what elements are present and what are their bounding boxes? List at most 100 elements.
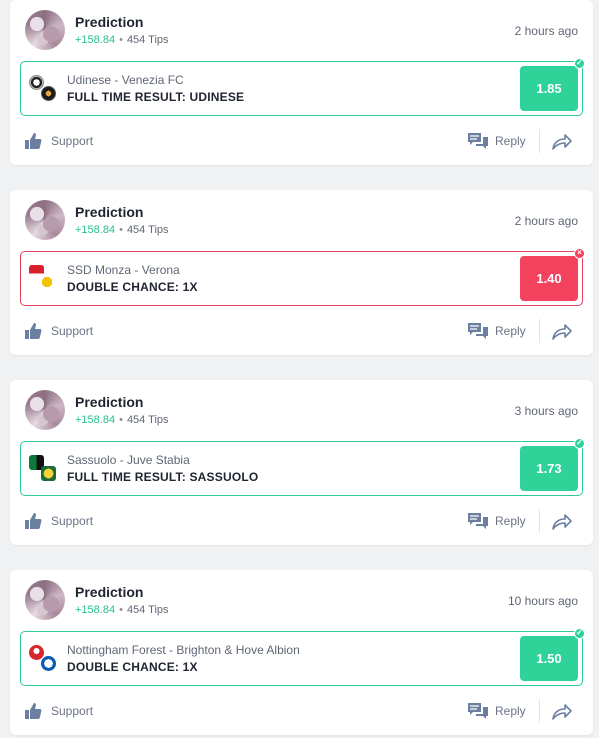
reply-button[interactable]: Reply <box>467 319 526 343</box>
separator-dot: • <box>119 34 123 46</box>
market-selection: FULL TIME RESULT: UDINESE <box>67 90 245 104</box>
match-name: SSD Monza - Verona <box>67 263 180 277</box>
tip-card: Prediction +158.84 • 454 Tips 2 hours ago … <box>10 190 593 355</box>
card-actions: Support Reply <box>10 316 593 346</box>
lost-cross-icon: × <box>574 248 585 259</box>
time-ago: 2 hours ago <box>514 24 578 38</box>
pick-box[interactable]: SSD Monza - Verona DOUBLE CHANCE: 1X 1.4… <box>20 248 585 306</box>
team-logos <box>29 455 59 483</box>
tipster-name[interactable]: Prediction <box>75 394 143 410</box>
reply-label: Reply <box>495 134 526 148</box>
juve-stabia-crest-icon <box>41 466 56 481</box>
time-ago: 3 hours ago <box>514 404 578 418</box>
odds-badge[interactable]: 1.73 <box>520 446 578 491</box>
time-ago: 2 hours ago <box>514 214 578 228</box>
tipster-stats: +158.84 • 454 Tips <box>75 604 169 616</box>
won-check-icon: ✓ <box>574 438 585 449</box>
tips-count: 454 Tips <box>126 604 169 616</box>
chat-bubbles-icon <box>468 323 488 339</box>
profit-value: +158.84 <box>75 414 116 426</box>
thumbs-up-icon <box>25 703 42 719</box>
odds-badge[interactable]: 1.85 <box>520 66 578 111</box>
tipster-stats: +158.84 • 454 Tips <box>75 414 169 426</box>
card-actions: Support Reply <box>10 506 593 536</box>
profit-value: +158.84 <box>75 34 116 46</box>
share-arrow-icon[interactable] <box>551 321 573 341</box>
tipster-stats: +158.84 • 454 Tips <box>75 224 169 236</box>
profit-value: +158.84 <box>75 604 116 616</box>
thumbs-up-icon <box>25 323 42 339</box>
reply-button[interactable]: Reply <box>467 509 526 533</box>
tipster-name[interactable]: Prediction <box>75 14 143 30</box>
tip-card: Prediction +158.84 • 454 Tips 10 hours ago… <box>10 570 593 735</box>
profit-value: +158.84 <box>75 224 116 236</box>
divider <box>539 319 540 343</box>
support-label: Support <box>51 134 94 148</box>
support-button[interactable]: Support <box>24 129 93 153</box>
card-header: Prediction +158.84 • 454 Tips 2 hours ago <box>10 190 593 250</box>
won-check-icon: ✓ <box>574 58 585 69</box>
team-logos <box>29 75 59 103</box>
support-button[interactable]: Support <box>24 319 93 343</box>
support-label: Support <box>51 704 94 718</box>
separator-dot: • <box>119 414 123 426</box>
card-actions: Support Reply <box>10 126 593 156</box>
match-name: Sassuolo - Juve Stabia <box>67 453 190 467</box>
tipster-name[interactable]: Prediction <box>75 584 143 600</box>
tips-count: 454 Tips <box>126 224 169 236</box>
support-label: Support <box>51 514 94 528</box>
market-selection: FULL TIME RESULT: SASSUOLO <box>67 470 259 484</box>
won-check-icon: ✓ <box>574 628 585 639</box>
tipster-stats: +158.84 • 454 Tips <box>75 34 169 46</box>
thumbs-up-icon <box>25 133 42 149</box>
pick-box[interactable]: Nottingham Forest - Brighton & Hove Albi… <box>20 628 585 686</box>
verona-crest-icon <box>41 276 56 291</box>
chat-bubbles-icon <box>468 703 488 719</box>
share-arrow-icon[interactable] <box>551 701 573 721</box>
reply-button[interactable]: Reply <box>467 129 526 153</box>
share-arrow-icon[interactable] <box>551 131 573 151</box>
avatar[interactable] <box>25 390 65 430</box>
tip-card: Prediction +158.84 • 454 Tips 2 hours ago … <box>10 0 593 165</box>
card-header: Prediction +158.84 • 454 Tips 10 hours ago <box>10 570 593 630</box>
tipster-name[interactable]: Prediction <box>75 204 143 220</box>
odds-badge[interactable]: 1.50 <box>520 636 578 681</box>
separator-dot: • <box>119 604 123 616</box>
market-selection: DOUBLE CHANCE: 1X <box>67 280 198 294</box>
venezia-crest-icon <box>41 86 56 101</box>
divider <box>539 509 540 533</box>
reply-button[interactable]: Reply <box>467 699 526 723</box>
avatar[interactable] <box>25 580 65 620</box>
avatar[interactable] <box>25 10 65 50</box>
team-logos <box>29 645 59 673</box>
support-label: Support <box>51 324 94 338</box>
tips-count: 454 Tips <box>126 34 169 46</box>
tip-card: Prediction +158.84 • 454 Tips 3 hours ago … <box>10 380 593 545</box>
pick-box[interactable]: Sassuolo - Juve Stabia FULL TIME RESULT:… <box>20 438 585 496</box>
card-header: Prediction +158.84 • 454 Tips 2 hours ago <box>10 0 593 60</box>
separator-dot: • <box>119 224 123 236</box>
divider <box>539 699 540 723</box>
tips-count: 454 Tips <box>126 414 169 426</box>
pick-box[interactable]: Udinese - Venezia FC FULL TIME RESULT: U… <box>20 58 585 116</box>
team-logos <box>29 265 59 293</box>
card-actions: Support Reply <box>10 696 593 726</box>
card-header: Prediction +158.84 • 454 Tips 3 hours ago <box>10 380 593 440</box>
divider <box>539 129 540 153</box>
reply-label: Reply <box>495 514 526 528</box>
odds-badge[interactable]: 1.40 <box>520 256 578 301</box>
time-ago: 10 hours ago <box>507 594 578 608</box>
match-name: Nottingham Forest - Brighton & Hove Albi… <box>67 643 300 657</box>
reply-label: Reply <box>495 324 526 338</box>
avatar[interactable] <box>25 200 65 240</box>
chat-bubbles-icon <box>468 513 488 529</box>
market-selection: DOUBLE CHANCE: 1X <box>67 660 198 674</box>
chat-bubbles-icon <box>468 133 488 149</box>
brighton-crest-icon <box>41 656 56 671</box>
reply-label: Reply <box>495 704 526 718</box>
thumbs-up-icon <box>25 513 42 529</box>
support-button[interactable]: Support <box>24 699 93 723</box>
match-name: Udinese - Venezia FC <box>67 73 184 87</box>
support-button[interactable]: Support <box>24 509 93 533</box>
share-arrow-icon[interactable] <box>551 511 573 531</box>
